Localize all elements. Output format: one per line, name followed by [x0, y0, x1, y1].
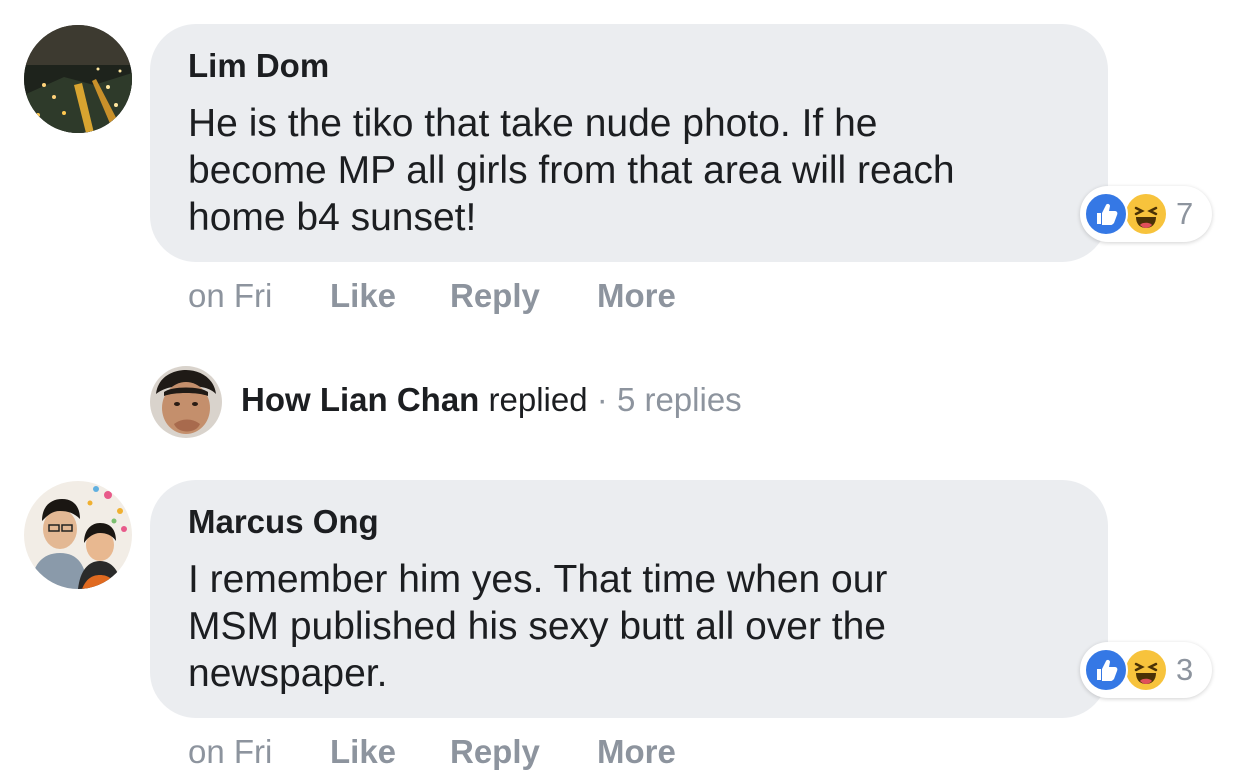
comment-author[interactable]: Lim Dom: [188, 46, 329, 86]
like-icon: [1084, 648, 1128, 692]
replier-name[interactable]: How Lian Chan: [241, 381, 479, 418]
separator-dot: ·: [596, 381, 608, 418]
reply-button[interactable]: Reply: [450, 276, 540, 316]
comment-bubble[interactable]: Marcus Ong I remember him yes. That time…: [150, 480, 1108, 718]
like-button[interactable]: Like: [330, 732, 396, 772]
replied-label: replied: [488, 381, 588, 418]
city-night-photo-icon: [24, 25, 132, 133]
comment-text: He is the tiko that take nude photo. If …: [188, 100, 955, 241]
comment-timestamp: on Fri: [188, 733, 273, 770]
reaction-summary[interactable]: 3: [1080, 642, 1212, 698]
person-photo-icon: [150, 366, 222, 438]
like-button[interactable]: Like: [330, 276, 396, 316]
reaction-summary[interactable]: 7: [1080, 186, 1212, 242]
comment-text-line: I remember him yes. That time when our: [188, 558, 888, 601]
comment-text: I remember him yes. That time when our M…: [188, 556, 887, 697]
view-replies-link[interactable]: How Lian Chan replied · 5 replies: [241, 380, 742, 420]
reaction-count: 3: [1176, 652, 1194, 687]
more-button[interactable]: More: [597, 732, 676, 772]
comment-text-line: He is the tiko that take nude photo. If …: [188, 102, 878, 145]
haha-icon: [1124, 648, 1168, 692]
replier-avatar[interactable]: [150, 366, 222, 438]
reaction-count: 7: [1176, 196, 1194, 231]
comment-text-line: MSM published his sexy butt all over the: [188, 605, 887, 648]
commenter-avatar[interactable]: [24, 25, 132, 133]
commenter-avatar[interactable]: [24, 481, 132, 589]
like-icon: [1084, 192, 1128, 236]
couple-photo-icon: [24, 481, 132, 589]
comment-text-line: newspaper.: [188, 652, 388, 695]
haha-icon: [1124, 192, 1168, 236]
reply-count[interactable]: 5 replies: [617, 381, 742, 418]
comment-bubble[interactable]: Lim Dom He is the tiko that take nude ph…: [150, 24, 1108, 262]
reply-button[interactable]: Reply: [450, 732, 540, 772]
more-button[interactable]: More: [597, 276, 676, 316]
comment-timestamp: on Fri: [188, 277, 273, 314]
comment-text-line: become MP all girls from that area will …: [188, 149, 955, 192]
comment-text-line: home b4 sunset!: [188, 196, 477, 239]
comment-author[interactable]: Marcus Ong: [188, 502, 379, 542]
